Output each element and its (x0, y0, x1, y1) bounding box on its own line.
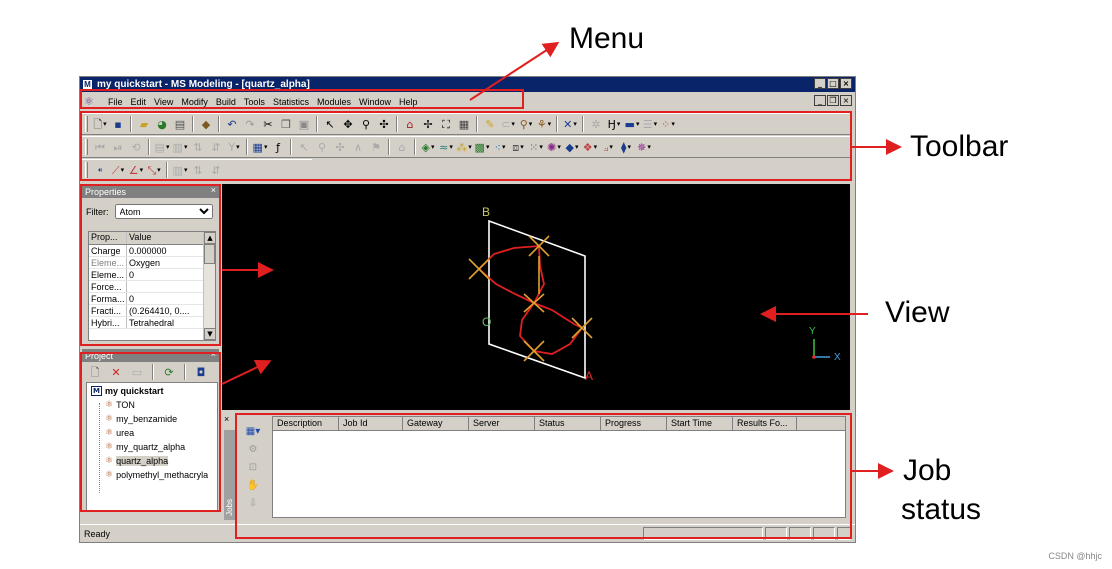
close-button[interactable]: × (840, 78, 852, 89)
document-window-controls: _ ❐ × (814, 95, 852, 106)
status-text: Ready (84, 528, 111, 539)
axis-y-label: Y (809, 326, 816, 337)
property-callout: Property (287, 254, 401, 287)
view-callout: View (885, 296, 950, 329)
minimize-button[interactable]: _ (814, 78, 826, 89)
watermark: CSDN @hhjc (1048, 551, 1102, 561)
doc-close-button[interactable]: × (840, 95, 852, 106)
origin-label: O (482, 315, 491, 329)
quartz-structure-view[interactable]: B O A Y X (222, 184, 850, 410)
project-highlight-box (80, 352, 221, 512)
axis-label-a: A (585, 369, 593, 383)
axis-triad: Y X (809, 326, 841, 363)
jobs-tab-label: Jobs (225, 499, 234, 516)
property-highlight-box (80, 184, 221, 346)
job-callout-line1: Job (903, 454, 952, 487)
job-status-highlight-box (235, 413, 852, 539)
toolbar-highlight-box (80, 111, 852, 181)
doc-minimize-button[interactable]: _ (814, 95, 826, 106)
menu-highlight-box (80, 89, 524, 109)
doc-restore-button[interactable]: ❐ (827, 95, 839, 106)
jobs-side-tab[interactable]: Jobs (224, 430, 235, 520)
axis-x-label: X (834, 352, 841, 363)
maximize-button[interactable]: □ (827, 78, 839, 89)
toolbar-callout: Toolbar (910, 130, 1009, 163)
window-controls: _ □ × (814, 78, 852, 89)
3d-view[interactable]: B O A Y X (222, 184, 850, 410)
menu-callout: Menu (569, 22, 645, 55)
job-callout-line2: status (901, 493, 982, 526)
jobs-close-icon[interactable]: × (224, 414, 229, 424)
bond-network-yellow (468, 235, 593, 362)
axis-label-b: B (482, 205, 490, 219)
project-callout: Project (279, 338, 373, 371)
